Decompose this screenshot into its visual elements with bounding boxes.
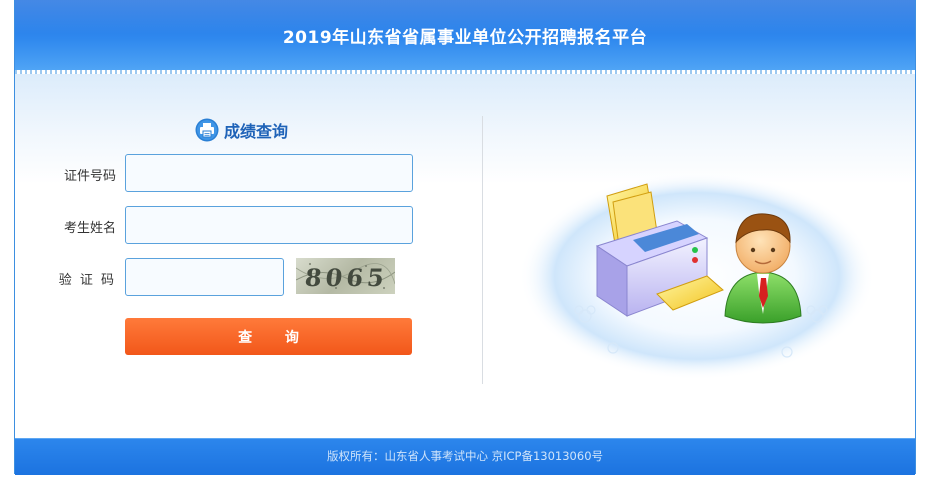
captcha-code: 8065 [303, 263, 390, 292]
footer-copyright: 版权所有：山东省人事考试中心 京ICP备13013060号 [326, 449, 604, 463]
printer-icon [195, 118, 219, 142]
name-input[interactable] [125, 206, 413, 244]
query-button[interactable]: 查 询 [125, 318, 412, 355]
form-title-text: 成绩查询 [224, 122, 289, 141]
form-title: 成绩查询 [195, 118, 288, 142]
site-title: 2019年山东省省属事业单位公开招聘报名平台 [282, 28, 648, 48]
main-content: 成绩查询 证件号码 考生姓名 验 证 码 8065 查 询 [15, 74, 915, 438]
captcha-label: 验 证 码 [58, 273, 116, 288]
vertical-divider [482, 116, 483, 384]
captcha-input[interactable] [125, 258, 284, 296]
id-number-input[interactable] [125, 154, 413, 192]
captcha-image[interactable]: 8065 [296, 258, 395, 294]
query-illustration [519, 172, 875, 380]
id-number-label: 证件号码 [63, 169, 116, 184]
name-label: 考生姓名 [63, 221, 116, 236]
page-frame: 2019年山东省省属事业单位公开招聘报名平台 成绩查询 证件号码 考生姓名 验 … [14, 0, 916, 475]
site-header: 2019年山东省省属事业单位公开招聘报名平台 [15, 0, 915, 70]
site-footer: 版权所有：山东省人事考试中心 京ICP备13013060号 [15, 438, 915, 475]
